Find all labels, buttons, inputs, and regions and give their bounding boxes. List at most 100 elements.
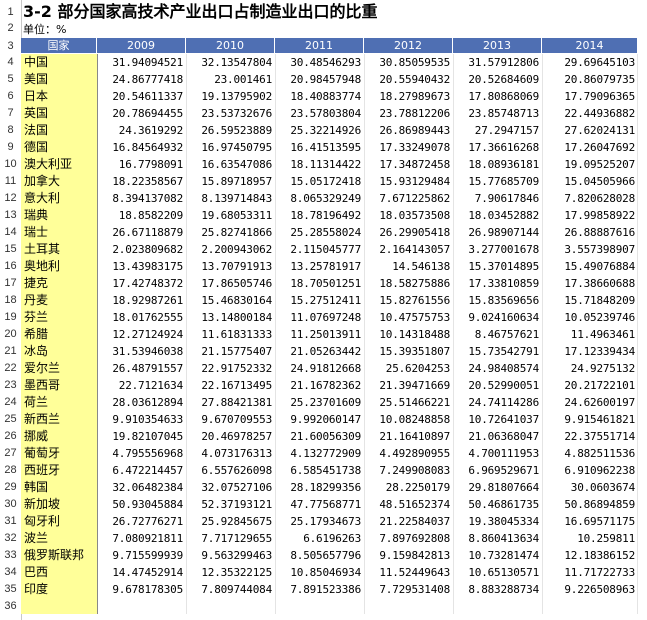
value-cell[interactable]: 20.52990051 [453,377,541,394]
country-cell[interactable]: 挪威 [21,428,97,445]
value-cell[interactable]: 10.14318488 [364,326,452,343]
sheet-title[interactable]: 3-2 部分国家高技术产业出口占制造业出口的比重 [23,2,377,22]
value-cell[interactable]: 22.37551714 [542,428,637,445]
value-cell[interactable]: 21.60056309 [275,428,363,445]
value-cell[interactable]: 17.80868069 [453,88,541,105]
value-cell[interactable]: 18.22358567 [97,173,185,190]
unit-label[interactable]: 单位：% [23,22,66,38]
value-cell[interactable]: 25.92845675 [186,513,274,530]
value-cell[interactable]: 16.41513595 [275,139,363,156]
value-cell[interactable]: 24.86777418 [97,71,185,88]
country-cell[interactable]: 法国 [21,122,97,139]
header-cell-country[interactable]: 国家 [21,38,97,54]
value-cell[interactable]: 16.7798091 [97,156,185,173]
value-cell[interactable]: 2.164143057 [364,241,452,258]
row-number[interactable]: 34 [0,564,21,581]
value-cell[interactable]: 12.18386152 [542,547,637,564]
value-cell[interactable]: 8.505657796 [275,547,363,564]
value-cell[interactable]: 17.26047692 [542,139,637,156]
value-cell[interactable]: 26.72776271 [97,513,185,530]
value-cell[interactable]: 28.18299356 [275,479,363,496]
value-cell[interactable]: 22.91752332 [186,360,274,377]
country-cell[interactable]: 芬兰 [21,309,97,326]
value-cell[interactable]: 21.05263442 [275,343,363,360]
row-number[interactable]: 13 [0,207,21,224]
value-cell[interactable]: 31.57912806 [453,54,541,71]
value-cell[interactable]: 32.06482384 [97,479,185,496]
value-cell[interactable]: 14.47452914 [97,564,185,581]
country-cell[interactable]: 瑞士 [21,224,97,241]
value-cell[interactable]: 16.97450795 [186,139,274,156]
value-cell[interactable]: 17.36616268 [453,139,541,156]
value-cell[interactable]: 7.729531408 [364,581,452,598]
value-cell[interactable]: 12.35322125 [186,564,274,581]
value-cell[interactable]: 9.715599939 [97,547,185,564]
country-cell[interactable]: 希腊 [21,326,97,343]
value-cell[interactable]: 9.226508963 [542,581,637,598]
row-number[interactable]: 11 [0,173,21,190]
value-cell[interactable]: 7.671225862 [364,190,452,207]
value-cell[interactable]: 17.34872458 [364,156,452,173]
country-cell[interactable]: 巴西 [21,564,97,581]
row-number[interactable]: 10 [0,156,21,173]
header-cell-year[interactable]: 2013 [453,38,542,54]
value-cell[interactable]: 7.891523386 [275,581,363,598]
value-cell[interactable]: 20.55940432 [364,71,452,88]
country-cell[interactable]: 奥地利 [21,258,97,275]
row-number[interactable]: 28 [0,462,21,479]
value-cell[interactable]: 15.49076884 [542,258,637,275]
value-cell[interactable]: 24.3619292 [97,122,185,139]
country-cell[interactable]: 新西兰 [21,411,97,428]
value-cell[interactable]: 23.001461 [186,71,274,88]
value-cell[interactable]: 15.71848209 [542,292,637,309]
value-cell[interactable]: 31.53946038 [97,343,185,360]
value-cell[interactable]: 7.717129655 [186,530,274,547]
header-cell-year[interactable]: 2012 [364,38,453,54]
value-cell[interactable]: 9.678178305 [97,581,185,598]
value-cell[interactable]: 9.915461821 [542,411,637,428]
row-number[interactable]: 9 [0,139,21,156]
country-cell[interactable]: 英国 [21,105,97,122]
country-cell[interactable]: 澳大利亚 [21,156,97,173]
value-cell[interactable]: 17.86505746 [186,275,274,292]
value-cell[interactable]: 18.27989673 [364,88,452,105]
value-cell[interactable]: 10.73281474 [453,547,541,564]
country-cell[interactable]: 丹麦 [21,292,97,309]
country-cell[interactable]: 爱尔兰 [21,360,97,377]
value-cell[interactable]: 28.03612894 [97,394,185,411]
value-cell[interactable]: 47.77568771 [275,496,363,513]
value-cell[interactable]: 32.13547804 [186,54,274,71]
value-cell[interactable]: 4.132772909 [275,445,363,462]
row-number[interactable]: 4 [0,54,21,71]
value-cell[interactable]: 9.159842813 [364,547,452,564]
value-cell[interactable]: 10.05239746 [542,309,637,326]
value-cell[interactable]: 21.22584037 [364,513,452,530]
row-number[interactable]: 14 [0,224,21,241]
value-cell[interactable]: 6.472214457 [97,462,185,479]
value-cell[interactable]: 31.94094521 [97,54,185,71]
value-cell[interactable]: 8.46757621 [453,326,541,343]
value-cell[interactable]: 25.82741866 [186,224,274,241]
value-cell[interactable]: 8.860413634 [453,530,541,547]
value-cell[interactable]: 16.84564932 [97,139,185,156]
value-cell[interactable]: 11.25013911 [275,326,363,343]
value-cell[interactable]: 48.51652374 [364,496,452,513]
value-cell[interactable]: 50.93045884 [97,496,185,513]
country-cell[interactable]: 瑞典 [21,207,97,224]
value-cell[interactable]: 4.795556968 [97,445,185,462]
row-number[interactable]: 7 [0,105,21,122]
value-cell[interactable]: 29.69645103 [542,54,637,71]
value-cell[interactable]: 8.139714843 [186,190,274,207]
value-cell[interactable]: 9.670709553 [186,411,274,428]
value-cell[interactable]: 4.882511536 [542,445,637,462]
country-cell[interactable]: 意大利 [21,190,97,207]
value-cell[interactable]: 23.78812206 [364,105,452,122]
value-cell[interactable]: 21.06368047 [453,428,541,445]
value-cell[interactable]: 4.700111953 [453,445,541,462]
value-cell[interactable]: 18.8582209 [97,207,185,224]
value-cell[interactable]: 19.68053311 [186,207,274,224]
value-cell[interactable]: 29.81807664 [453,479,541,496]
value-cell[interactable]: 15.04505966 [542,173,637,190]
row-number[interactable]: 30 [0,496,21,513]
value-cell[interactable]: 15.93129484 [364,173,452,190]
